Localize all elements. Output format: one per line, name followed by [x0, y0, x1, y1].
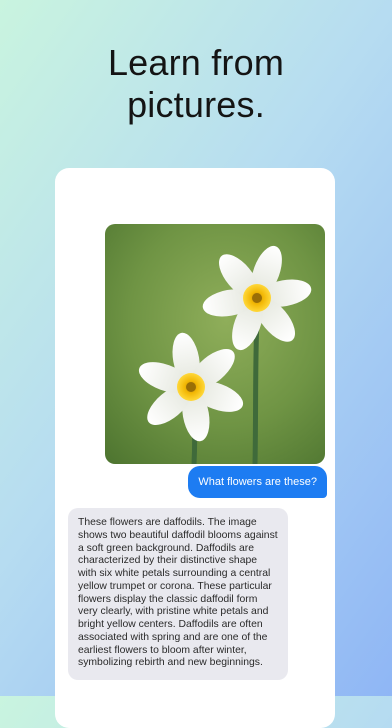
headline-line-1: Learn from [107, 42, 285, 83]
attached-photo[interactable] [105, 224, 325, 464]
assistant-message-bubble: These flowers are daffodils. The image s… [68, 508, 288, 680]
headline-line-2: pictures. [127, 84, 265, 125]
headline: Learn from pictures. [0, 42, 392, 126]
daffodil-image [105, 224, 325, 464]
user-message-bubble: What flowers are these? [188, 466, 327, 498]
